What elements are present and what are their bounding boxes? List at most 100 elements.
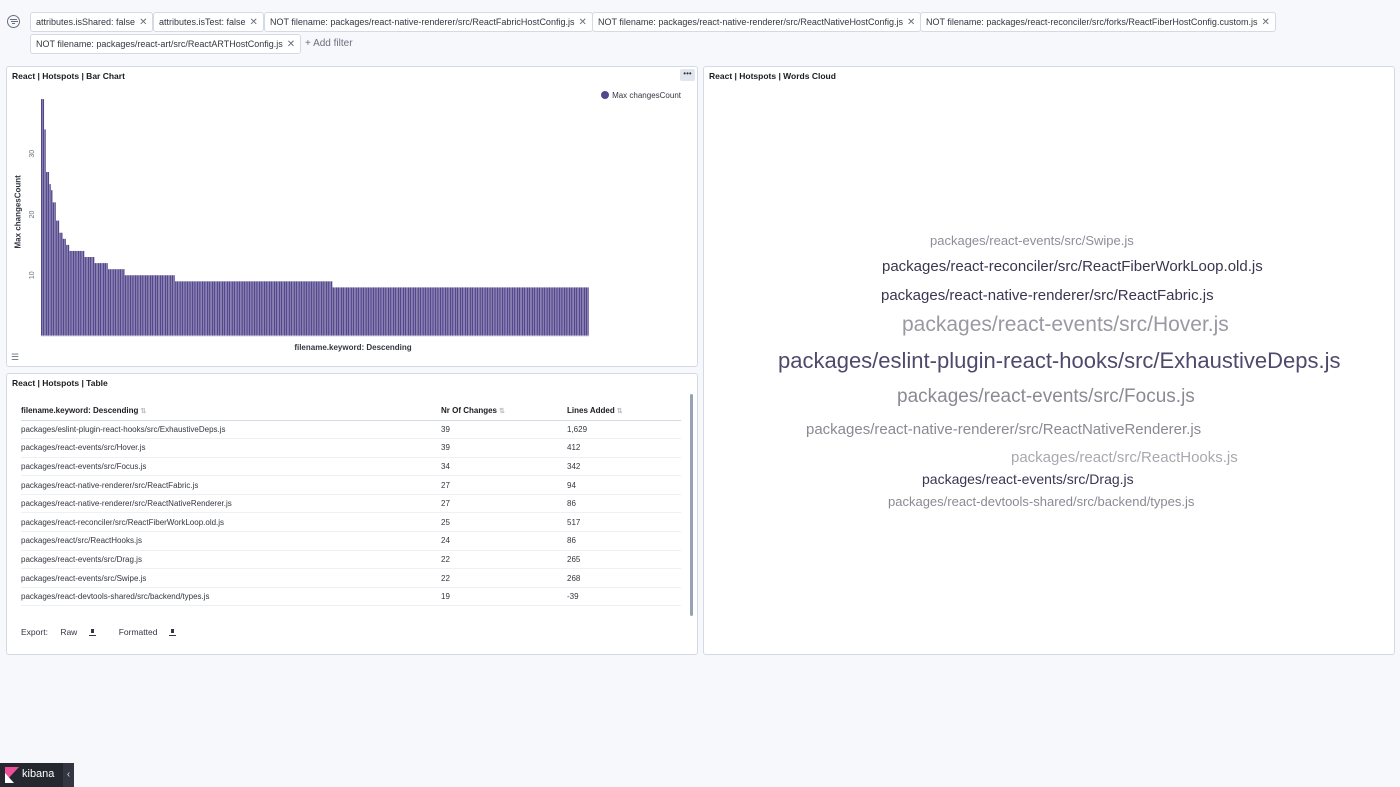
bar[interactable]	[530, 287, 532, 336]
bar[interactable]	[369, 287, 371, 336]
filter-pill[interactable]: NOT filename: packages/react-art/src/Rea…	[30, 34, 302, 54]
bar[interactable]	[126, 275, 128, 336]
bar[interactable]	[510, 287, 512, 336]
bar[interactable]	[575, 287, 577, 336]
bar[interactable]	[260, 281, 262, 336]
bar[interactable]	[52, 202, 55, 336]
bar[interactable]	[367, 287, 370, 336]
cloud-word[interactable]: packages/react-events/src/Drag.js	[922, 471, 1134, 487]
bar[interactable]	[154, 275, 157, 336]
bar[interactable]	[195, 281, 197, 336]
bar[interactable]	[181, 281, 184, 336]
filter-pill[interactable]: NOT filename: packages/react-reconciler/…	[920, 12, 1276, 32]
bar[interactable]	[270, 281, 272, 336]
bar[interactable]	[285, 281, 288, 336]
cloud-word[interactable]: packages/react-native-renderer/src/React…	[806, 421, 1201, 438]
bar[interactable]	[562, 287, 564, 336]
bar[interactable]	[47, 171, 50, 336]
bar[interactable]	[402, 287, 405, 336]
bar[interactable]	[211, 281, 214, 336]
bar[interactable]	[518, 287, 520, 336]
bar[interactable]	[168, 275, 170, 336]
bar[interactable]	[208, 281, 210, 336]
sort-icon[interactable]: ⇅	[140, 408, 146, 415]
bar[interactable]	[54, 202, 56, 336]
bar[interactable]	[200, 281, 202, 336]
bar[interactable]	[521, 287, 524, 336]
bar[interactable]	[436, 287, 438, 336]
bar[interactable]	[392, 287, 395, 336]
bar[interactable]	[475, 287, 477, 336]
bar[interactable]	[97, 263, 100, 336]
bar[interactable]	[185, 281, 187, 336]
bar[interactable]	[568, 287, 571, 336]
bar[interactable]	[461, 287, 464, 336]
bar[interactable]	[265, 281, 267, 336]
bar[interactable]	[138, 275, 140, 336]
bar[interactable]	[428, 287, 430, 336]
bar[interactable]	[141, 275, 143, 336]
bar[interactable]	[272, 281, 274, 336]
collapse-chevron-icon[interactable]: ‹	[63, 763, 74, 787]
bar[interactable]	[114, 269, 117, 336]
bar[interactable]	[165, 275, 167, 336]
bar[interactable]	[448, 287, 450, 336]
bar[interactable]	[56, 220, 58, 336]
bar[interactable]	[242, 281, 244, 336]
bar[interactable]	[404, 287, 407, 336]
bar[interactable]	[431, 287, 433, 336]
bar[interactable]	[339, 287, 341, 336]
bar[interactable]	[148, 275, 150, 336]
bar[interactable]	[225, 281, 227, 336]
bar[interactable]	[183, 281, 185, 336]
bar[interactable]	[96, 263, 98, 336]
bar[interactable]	[382, 287, 385, 336]
table-scrollbar[interactable]	[690, 394, 693, 616]
bar[interactable]	[490, 287, 492, 336]
bar[interactable]	[41, 99, 43, 336]
bar[interactable]	[205, 281, 207, 336]
bar[interactable]	[493, 287, 495, 336]
bar[interactable]	[335, 287, 338, 336]
bar[interactable]	[255, 281, 257, 336]
bar[interactable]	[421, 287, 423, 336]
bar[interactable]	[89, 257, 91, 336]
bar[interactable]	[523, 287, 526, 336]
bar[interactable]	[577, 287, 579, 336]
bar[interactable]	[533, 287, 536, 336]
bar[interactable]	[389, 287, 391, 336]
bar[interactable]	[158, 275, 160, 336]
bar[interactable]	[438, 287, 440, 336]
bar[interactable]	[520, 287, 522, 336]
bar[interactable]	[267, 281, 269, 336]
bar[interactable]	[118, 269, 120, 336]
bar[interactable]	[235, 281, 237, 336]
bar[interactable]	[245, 281, 247, 336]
bar[interactable]	[377, 287, 380, 336]
bar[interactable]	[101, 263, 103, 336]
bar[interactable]	[171, 275, 174, 336]
bar[interactable]	[74, 250, 76, 336]
bar[interactable]	[470, 287, 472, 336]
bar[interactable]	[357, 287, 360, 336]
bar[interactable]	[456, 287, 458, 336]
bar[interactable]	[552, 287, 554, 336]
bar[interactable]	[92, 257, 95, 336]
bar[interactable]	[203, 281, 205, 336]
bar[interactable]	[198, 281, 200, 336]
bar[interactable]	[273, 281, 276, 336]
bar[interactable]	[486, 287, 489, 336]
bar[interactable]	[91, 257, 93, 336]
bar[interactable]	[525, 287, 527, 336]
bar[interactable]	[268, 281, 271, 336]
bar[interactable]	[116, 269, 118, 336]
bar[interactable]	[356, 287, 358, 336]
bar[interactable]	[134, 275, 137, 336]
bar[interactable]	[434, 287, 437, 336]
bar[interactable]	[287, 281, 289, 336]
bar[interactable]	[240, 281, 242, 336]
cloud-word[interactable]: packages/react-events/src/Focus.js	[897, 386, 1195, 408]
sort-icon[interactable]: ⇅	[617, 408, 623, 415]
bar[interactable]	[66, 244, 68, 337]
bar[interactable]	[253, 281, 256, 336]
